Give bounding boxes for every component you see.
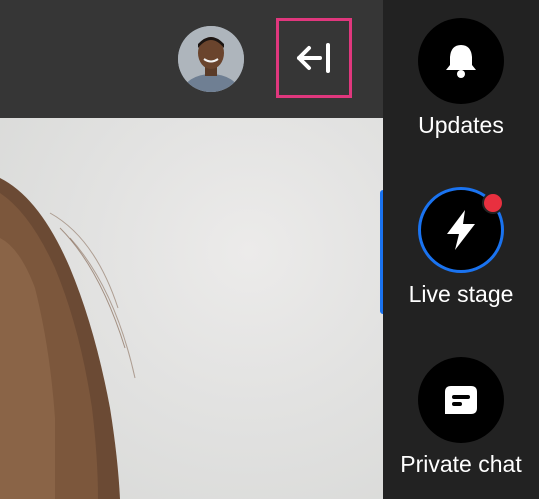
chat-bubble-icon — [445, 386, 477, 414]
sidebar-item-live-stage[interactable]: Live stage — [383, 187, 539, 308]
avatar[interactable] — [178, 26, 244, 92]
collapse-panel-button[interactable] — [276, 18, 352, 98]
bell-icon — [446, 45, 476, 78]
main-stage-area — [0, 0, 383, 499]
sidebar-item-label: Updates — [418, 112, 504, 138]
sidebar-item-private-chat[interactable]: Private chat — [383, 357, 539, 478]
arrow-left-to-line-icon — [297, 43, 330, 73]
lightning-bolt-icon — [447, 210, 475, 250]
right-sidebar: Updates Live stage Private chat — [383, 0, 539, 499]
sidebar-item-label: Private chat — [400, 451, 522, 477]
private-chat-button[interactable] — [418, 357, 504, 443]
top-bar — [0, 0, 383, 118]
notification-dot — [482, 192, 504, 214]
avatar-photo — [178, 26, 244, 92]
live-video-feed — [0, 118, 383, 499]
live-stage-button[interactable] — [418, 187, 504, 273]
sidebar-item-label: Live stage — [408, 281, 514, 307]
updates-button[interactable] — [418, 18, 504, 104]
video-frame-image — [0, 178, 136, 499]
sidebar-item-updates[interactable]: Updates — [383, 18, 539, 139]
